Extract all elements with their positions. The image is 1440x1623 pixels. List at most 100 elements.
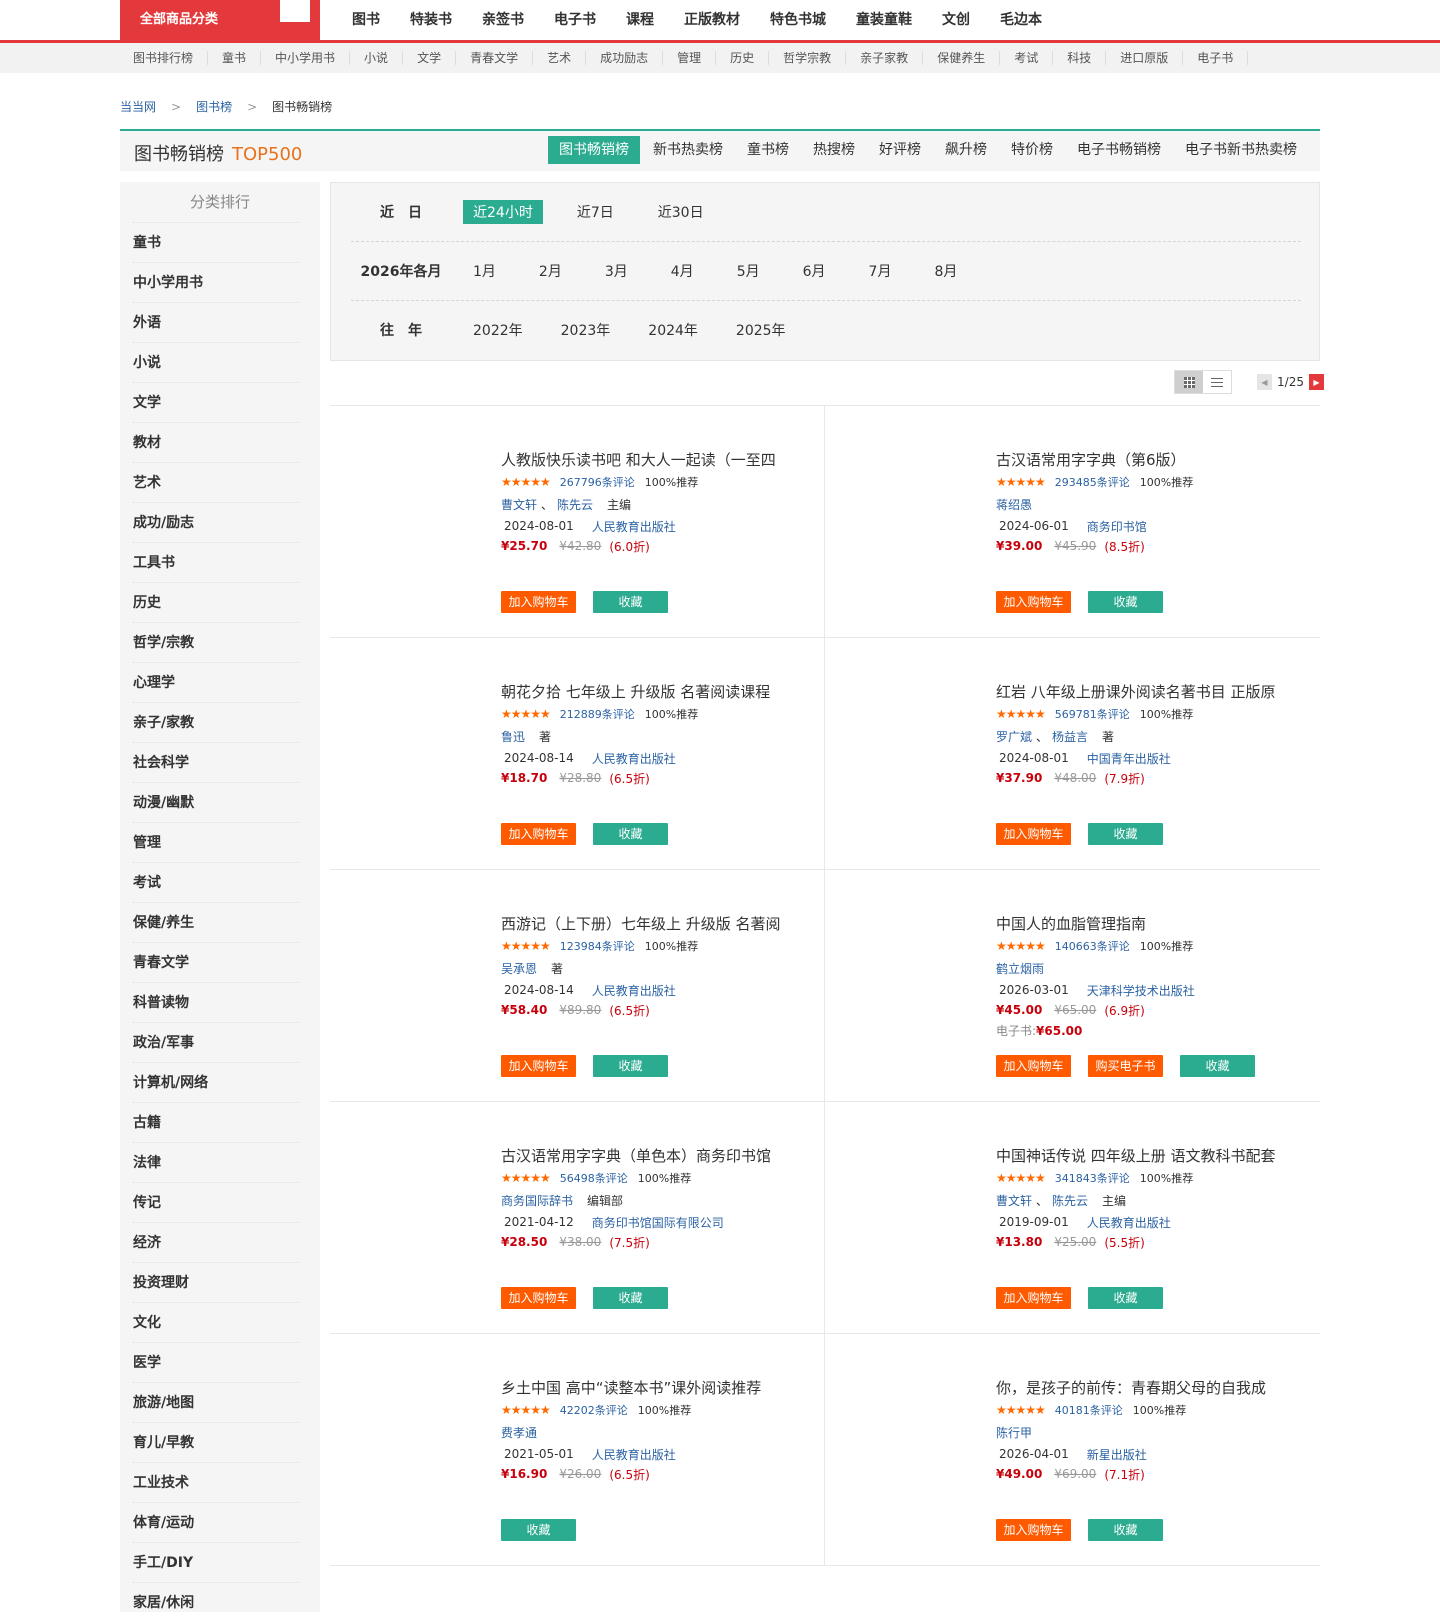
sub-nav-item[interactable]: 艺术 — [533, 51, 587, 65]
comments-link[interactable]: 56498条评论 — [560, 1170, 628, 1186]
sub-nav-item[interactable]: 历史 — [716, 51, 770, 65]
comments-link[interactable]: 267796条评论 — [560, 474, 635, 490]
sidebar-category-item[interactable]: 旅游/地图 — [133, 1382, 299, 1422]
main-nav-item[interactable]: 电子书 — [554, 0, 596, 40]
product-title-link[interactable]: 乡土中国 高中“读整本书”课外阅读推荐 — [501, 1378, 811, 1398]
favorite-button[interactable]: 收藏 — [593, 823, 668, 845]
sub-nav-item[interactable]: 图书排行榜 — [120, 51, 209, 65]
sub-nav-item[interactable]: 哲学宗教 — [769, 51, 847, 65]
publisher-link[interactable]: 人民教育出版社 — [592, 518, 676, 535]
publisher-link[interactable]: 人民教育出版社 — [1087, 1214, 1171, 1231]
filter-option-year[interactable]: 2022年 — [463, 318, 533, 342]
sidebar-category-item[interactable]: 科普读物 — [133, 982, 299, 1022]
filter-option-recent[interactable]: 近30日 — [648, 200, 714, 224]
product-title-link[interactable]: 你，是孩子的前传：青春期父母的自我成 — [996, 1378, 1306, 1398]
add-to-cart-button[interactable]: 加入购物车 — [501, 1287, 576, 1309]
sub-nav-item[interactable]: 科技 — [1053, 51, 1107, 65]
rank-tab[interactable]: 飙升榜 — [934, 136, 998, 164]
comments-link[interactable]: 40181条评论 — [1055, 1402, 1123, 1418]
sidebar-category-item[interactable]: 文化 — [133, 1302, 299, 1342]
sub-nav-item[interactable]: 亲子家教 — [846, 51, 924, 65]
favorite-button[interactable]: 收藏 — [1088, 1287, 1163, 1309]
comments-link[interactable]: 42202条评论 — [560, 1402, 628, 1418]
sidebar-category-item[interactable]: 心理学 — [133, 662, 299, 702]
publisher-link[interactable]: 天津科学技术出版社 — [1087, 982, 1195, 999]
rank-tab[interactable]: 新书热卖榜 — [642, 136, 734, 164]
filter-option-month[interactable]: 3月 — [595, 259, 638, 283]
sub-nav-item[interactable]: 考试 — [1000, 51, 1054, 65]
add-to-cart-button[interactable]: 加入购物车 — [501, 1055, 576, 1077]
product-title-link[interactable]: 古汉语常用字字典（单色本）商务印书馆 — [501, 1146, 811, 1166]
product-title-link[interactable]: 西游记（上下册）七年级上 升级版 名著阅 — [501, 914, 811, 934]
sidebar-category-item[interactable]: 投资理财 — [133, 1262, 299, 1302]
sub-nav-item[interactable]: 成功励志 — [586, 51, 664, 65]
rank-tab[interactable]: 图书畅销榜 — [548, 136, 640, 164]
author-link[interactable]: 蒋绍愚 — [996, 496, 1032, 513]
product-title-link[interactable]: 中国人的血脂管理指南 — [996, 914, 1306, 934]
add-to-cart-button[interactable]: 加入购物车 — [501, 823, 576, 845]
main-nav-item[interactable]: 文创 — [942, 0, 970, 40]
comments-link[interactable]: 341843条评论 — [1055, 1170, 1130, 1186]
author-link[interactable]: 吴承恩 — [501, 960, 537, 977]
list-view-button[interactable] — [1203, 371, 1231, 393]
comments-link[interactable]: 569781条评论 — [1055, 706, 1130, 722]
comments-link[interactable]: 140663条评论 — [1055, 938, 1130, 954]
breadcrumb-home-link[interactable]: 当当网 — [120, 98, 156, 115]
sidebar-category-item[interactable]: 青春文学 — [133, 942, 299, 982]
sidebar-category-item[interactable]: 传记 — [133, 1182, 299, 1222]
sub-nav-item[interactable]: 童书 — [208, 51, 262, 65]
favorite-button[interactable]: 收藏 — [1088, 1519, 1163, 1541]
product-title-link[interactable]: 中国神话传说 四年级上册 语文教科书配套 — [996, 1146, 1306, 1166]
add-to-cart-button[interactable]: 加入购物车 — [996, 1055, 1071, 1077]
sidebar-category-item[interactable]: 手工/DIY — [133, 1542, 299, 1582]
sidebar-category-item[interactable]: 古籍 — [133, 1102, 299, 1142]
author-link[interactable]: 曹文轩 — [996, 1192, 1032, 1209]
publisher-link[interactable]: 人民教育出版社 — [592, 750, 676, 767]
sidebar-category-item[interactable]: 艺术 — [133, 462, 299, 502]
publisher-link[interactable]: 商务印书馆国际有限公司 — [592, 1214, 724, 1231]
sub-nav-item[interactable]: 中小学用书 — [261, 51, 351, 65]
sub-nav-item[interactable]: 青春文学 — [456, 51, 534, 65]
rank-tab[interactable]: 电子书畅销榜 — [1066, 136, 1172, 164]
add-to-cart-button[interactable]: 加入购物车 — [996, 1519, 1071, 1541]
favorite-button[interactable]: 收藏 — [1088, 823, 1163, 845]
author-link[interactable]: 陈行甲 — [996, 1424, 1032, 1441]
author-link[interactable]: 曹文轩 — [501, 496, 537, 513]
author-link[interactable]: 费孝通 — [501, 1424, 537, 1441]
favorite-button[interactable]: 收藏 — [593, 591, 668, 613]
add-to-cart-button[interactable]: 加入购物车 — [996, 823, 1071, 845]
sidebar-category-item[interactable]: 文学 — [133, 382, 299, 422]
sub-nav-item[interactable]: 管理 — [663, 51, 717, 65]
author-link[interactable]: 陈先云 — [557, 496, 593, 513]
main-nav-item[interactable]: 毛边本 — [1000, 0, 1042, 40]
favorite-button[interactable]: 收藏 — [501, 1519, 576, 1541]
rank-tab[interactable]: 电子书新书热卖榜 — [1174, 136, 1308, 164]
rank-tab[interactable]: 好评榜 — [868, 136, 932, 164]
filter-option-recent[interactable]: 近24小时 — [463, 200, 543, 224]
sidebar-category-item[interactable]: 教材 — [133, 422, 299, 462]
sidebar-category-item[interactable]: 成功/励志 — [133, 502, 299, 542]
buy-ebook-button[interactable]: 购买电子书 — [1088, 1055, 1163, 1077]
favorite-button[interactable]: 收藏 — [593, 1287, 668, 1309]
sidebar-category-item[interactable]: 小说 — [133, 342, 299, 382]
sub-nav-item[interactable]: 进口原版 — [1106, 51, 1184, 65]
filter-option-month[interactable]: 5月 — [727, 259, 770, 283]
filter-option-year[interactable]: 2024年 — [638, 318, 708, 342]
filter-option-year[interactable]: 2023年 — [551, 318, 621, 342]
author-link[interactable]: 商务国际辞书 — [501, 1192, 573, 1209]
sidebar-category-item[interactable]: 外语 — [133, 302, 299, 342]
rank-tab[interactable]: 童书榜 — [736, 136, 800, 164]
next-page-button[interactable]: ▶ — [1308, 374, 1324, 390]
sidebar-category-item[interactable]: 社会科学 — [133, 742, 299, 782]
main-nav-item[interactable]: 特装书 — [410, 0, 452, 40]
publisher-link[interactable]: 人民教育出版社 — [592, 1446, 676, 1463]
product-title-link[interactable]: 人教版快乐读书吧 和大人一起读（一至四 — [501, 450, 811, 470]
main-nav-item[interactable]: 童装童鞋 — [856, 0, 912, 40]
main-nav-item[interactable]: 课程 — [626, 0, 654, 40]
rank-tab[interactable]: 热搜榜 — [802, 136, 866, 164]
main-nav-item[interactable]: 特色书城 — [770, 0, 826, 40]
favorite-button[interactable]: 收藏 — [1180, 1055, 1255, 1077]
sidebar-category-item[interactable]: 动漫/幽默 — [133, 782, 299, 822]
sidebar-category-item[interactable]: 法律 — [133, 1142, 299, 1182]
breadcrumb-rank-link[interactable]: 图书榜 — [196, 98, 232, 115]
